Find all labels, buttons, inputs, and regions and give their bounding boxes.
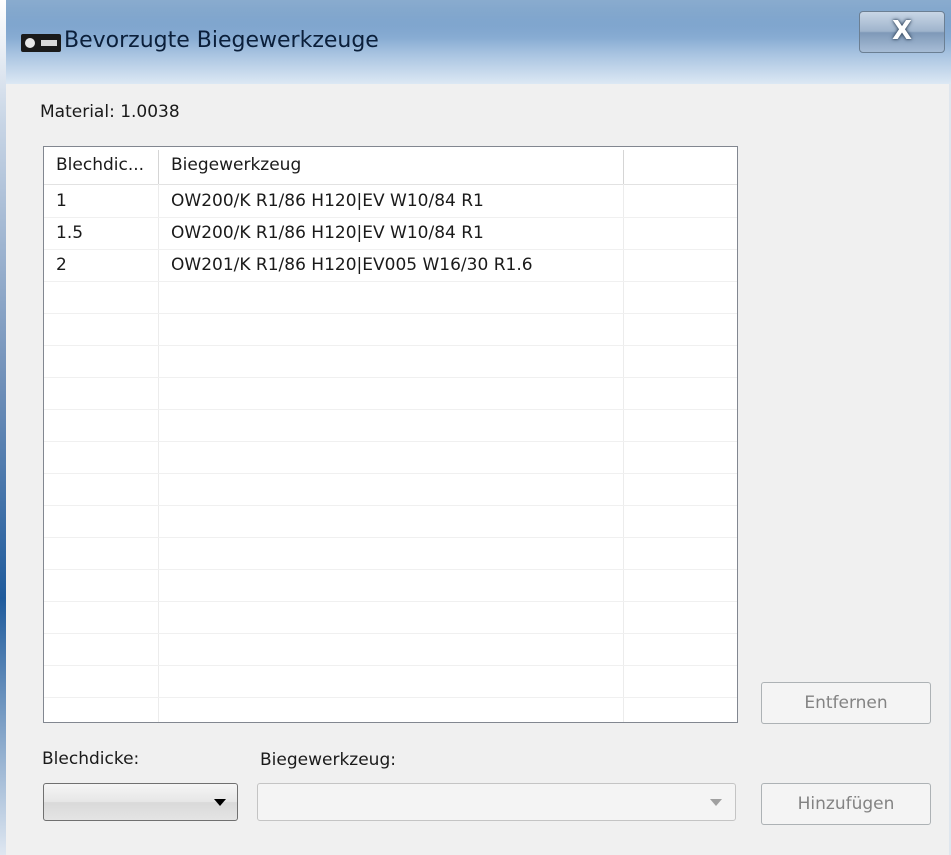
cell-blechdicke: 2: [56, 255, 67, 275]
row-gridline: [44, 665, 737, 666]
row-gridline: [44, 697, 737, 698]
row-gridline: [44, 537, 737, 538]
column-separator[interactable]: [623, 150, 624, 184]
row-gridline: [44, 377, 737, 378]
blechdicke-dropdown[interactable]: [43, 783, 238, 821]
biegewerkzeug-label: Biegewerkzeug:: [260, 750, 396, 770]
chevron-down-icon[interactable]: [214, 799, 226, 806]
row-gridline: [44, 313, 737, 314]
material-label: Material: 1.0038: [40, 102, 180, 122]
row-gridline: [44, 217, 737, 218]
row-gridline: [44, 281, 737, 282]
row-gridline: [44, 409, 737, 410]
table-row[interactable]: 1.5 OW200/K R1/86 H120|EV W10/84 R1: [44, 217, 737, 249]
row-gridline: [44, 345, 737, 346]
cell-biegewerkzeug: OW200/K R1/86 H120|EV W10/84 R1: [171, 191, 484, 211]
row-gridline: [44, 249, 737, 250]
title-bar[interactable]: Bevorzugte Biegewerkzeuge X: [6, 0, 951, 84]
cell-biegewerkzeug: OW200/K R1/86 H120|EV W10/84 R1: [171, 223, 484, 243]
dialog-window: Bevorzugte Biegewerkzeuge X Material: 1.…: [6, 0, 951, 855]
biegewerkzeug-dropdown[interactable]: [257, 783, 736, 821]
table-row[interactable]: 2 OW201/K R1/86 H120|EV005 W16/30 R1.6: [44, 249, 737, 281]
window-title: Bevorzugte Biegewerkzeuge: [64, 28, 379, 53]
row-gridline: [44, 505, 737, 506]
row-gridline: [44, 569, 737, 570]
row-gridline: [44, 633, 737, 634]
preferred-tools-table[interactable]: Blechdic... Biegewerkzeug 1 OW200/K R1/8…: [43, 146, 738, 723]
chevron-down-icon[interactable]: [710, 799, 722, 806]
row-gridline: [44, 601, 737, 602]
column-separator[interactable]: [158, 150, 159, 184]
table-row[interactable]: 1 OW200/K R1/86 H120|EV W10/84 R1: [44, 185, 737, 217]
add-button[interactable]: Hinzufügen: [761, 783, 931, 825]
app-logo-icon: [21, 34, 61, 52]
cell-biegewerkzeug: OW201/K R1/86 H120|EV005 W16/30 R1.6: [171, 255, 533, 275]
close-button[interactable]: X: [859, 11, 945, 53]
row-gridline: [44, 473, 737, 474]
cell-blechdicke: 1.5: [56, 223, 84, 243]
remove-button[interactable]: Entfernen: [761, 682, 931, 724]
blechdicke-label: Blechdicke:: [42, 749, 140, 769]
column-header-blechdicke[interactable]: Blechdic...: [56, 147, 144, 184]
cell-blechdicke: 1: [56, 191, 67, 211]
row-gridline: [44, 441, 737, 442]
table-header: Blechdic... Biegewerkzeug: [44, 147, 737, 185]
column-header-biegewerkzeug[interactable]: Biegewerkzeug: [171, 147, 301, 184]
close-icon: X: [891, 16, 913, 46]
